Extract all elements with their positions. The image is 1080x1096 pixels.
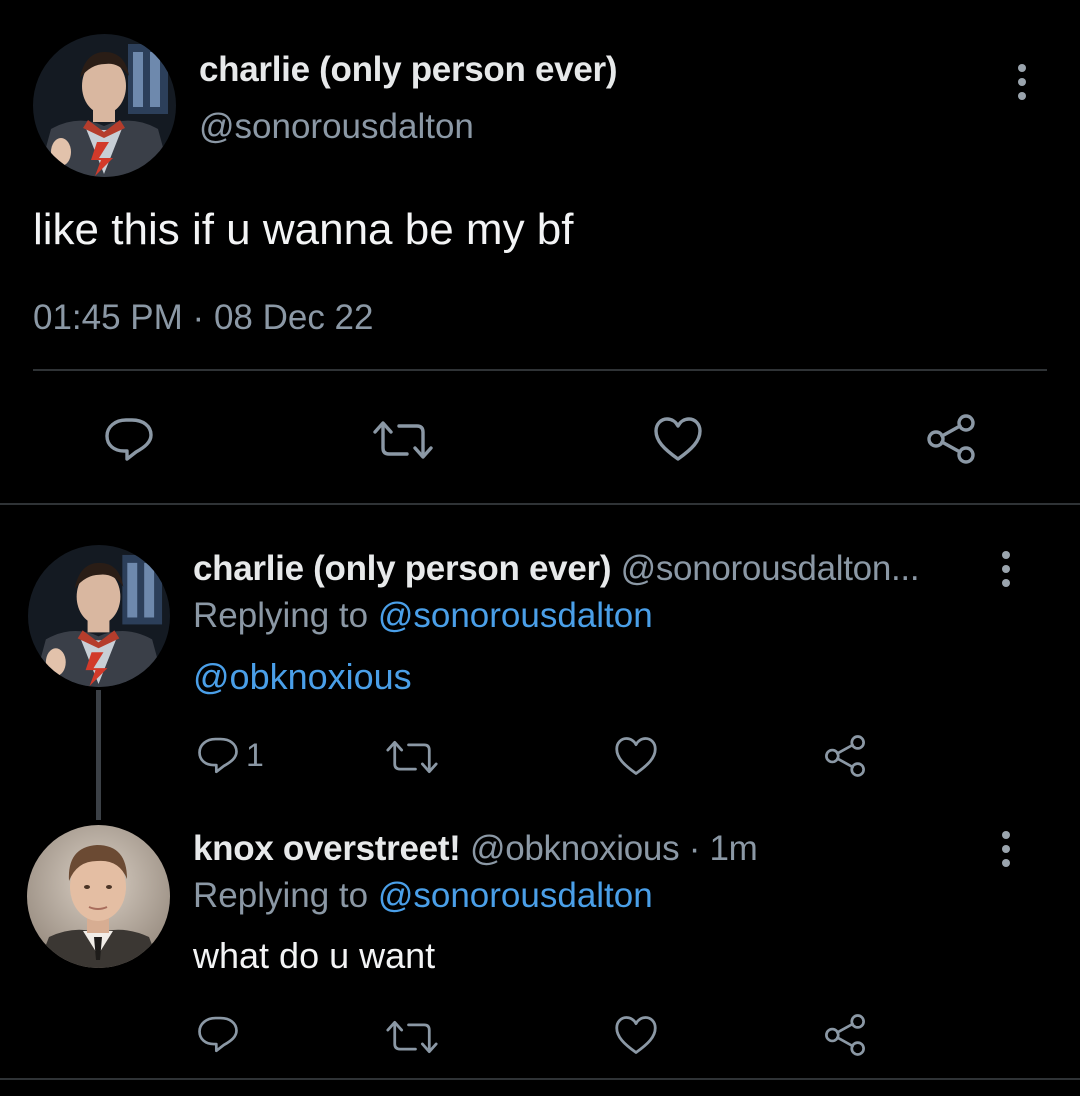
main-tweet-retweet-button[interactable]	[371, 418, 435, 462]
reply-2-avatar[interactable]	[27, 825, 170, 968]
reply-1-header: charlie (only person ever) @sonorousdalt…	[193, 549, 920, 589]
main-tweet-avatar[interactable]	[33, 34, 176, 177]
more-vertical-icon	[1002, 551, 1010, 559]
reply-2-text: what do u want	[193, 935, 436, 976]
retweet-icon	[386, 740, 438, 774]
reply-icon	[105, 418, 153, 461]
reply-icon	[198, 737, 238, 774]
main-tweet-separator: ·	[192, 298, 205, 337]
reply-2-separator: ·	[688, 829, 701, 868]
more-vertical-icon	[1002, 831, 1010, 839]
reply-1-retweet-button[interactable]	[384, 738, 440, 776]
avatar-charlie-image	[33, 34, 176, 177]
reply-1-reply-count: 1	[246, 737, 264, 773]
reply-1-more-button[interactable]	[991, 547, 1021, 591]
avatar-charlie-image	[28, 545, 170, 687]
reply-1-text-mention[interactable]: @obknoxious	[193, 656, 412, 698]
reply-icon	[198, 1016, 238, 1053]
more-vertical-icon	[1018, 64, 1026, 72]
reply-1-reply-button[interactable]: 1	[196, 734, 264, 776]
reply-2-like-button[interactable]	[613, 1014, 659, 1056]
reply-2-display-name[interactable]: knox overstreet!	[193, 829, 461, 868]
main-tweet-display-name[interactable]: charlie (only person ever)	[199, 50, 617, 90]
main-tweet-text: like this if u wanna be my bf	[33, 205, 574, 254]
main-tweet-timestamp: 01:45 PM · 08 Dec 22	[33, 298, 374, 338]
reply-2-retweet-button[interactable]	[384, 1018, 440, 1056]
reply-1-like-button[interactable]	[613, 735, 659, 777]
thread-divider	[0, 503, 1080, 505]
reply-2-more-button[interactable]	[991, 827, 1021, 871]
reply-2-time: 1m	[709, 829, 758, 868]
heart-icon	[654, 417, 702, 461]
heart-icon	[615, 737, 657, 775]
main-tweet-like-button[interactable]	[652, 415, 704, 463]
reply-2-handle[interactable]: @obknoxious	[470, 829, 680, 868]
reply-1-share-button[interactable]	[822, 734, 868, 778]
retweet-icon	[373, 421, 433, 459]
main-tweet-reply-button[interactable]	[103, 414, 155, 464]
reply-1-replying-to: Replying to @sonorousdalton	[193, 596, 653, 636]
reply-1-avatar[interactable]	[28, 545, 170, 687]
reply-2-replying-to: Replying to @sonorousdalton	[193, 876, 653, 916]
main-tweet-handle[interactable]: @sonorousdalton	[199, 107, 474, 147]
reply-2-share-button[interactable]	[822, 1013, 868, 1057]
tweet-thread-screen: charlie (only person ever) @sonorousdalt…	[0, 0, 1080, 1096]
heart-icon	[615, 1016, 657, 1054]
main-tweet-time: 01:45 PM	[33, 298, 183, 337]
reply-1-display-name[interactable]: charlie (only person ever)	[193, 549, 611, 588]
main-tweet-more-button[interactable]	[1007, 60, 1037, 104]
reply-2-header: knox overstreet! @obknoxious · 1m	[193, 829, 758, 869]
main-tweet-share-button[interactable]	[924, 413, 978, 465]
share-icon	[825, 735, 865, 777]
share-icon	[927, 414, 975, 464]
retweet-icon	[386, 1020, 438, 1054]
reply-1-replying-label: Replying to	[193, 596, 369, 635]
reply-1-replying-handle[interactable]: @sonorousdalton	[378, 596, 653, 635]
bottom-divider	[0, 1078, 1080, 1080]
reply-2-replying-handle[interactable]: @sonorousdalton	[378, 876, 653, 915]
reply-2-reply-button[interactable]	[196, 1013, 240, 1055]
main-tweet-divider	[33, 369, 1047, 371]
avatar-knox-image	[27, 825, 170, 968]
main-tweet-date: 08 Dec 22	[213, 298, 374, 337]
share-icon	[825, 1014, 865, 1056]
thread-connector-line	[96, 690, 101, 820]
reply-1-handle[interactable]: @sonorousdalton...	[621, 549, 920, 588]
reply-2-replying-label: Replying to	[193, 876, 369, 915]
